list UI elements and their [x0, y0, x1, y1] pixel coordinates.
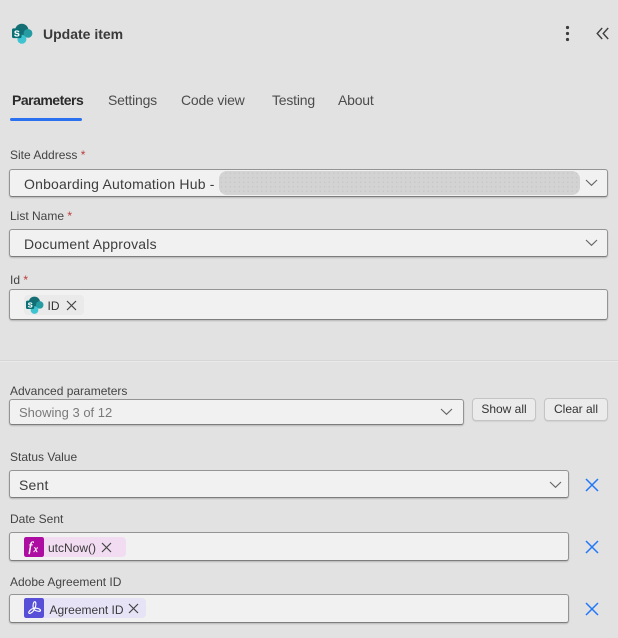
svg-text:x: x	[33, 545, 39, 555]
svg-text:S: S	[14, 28, 20, 38]
svg-text:S: S	[28, 300, 33, 309]
